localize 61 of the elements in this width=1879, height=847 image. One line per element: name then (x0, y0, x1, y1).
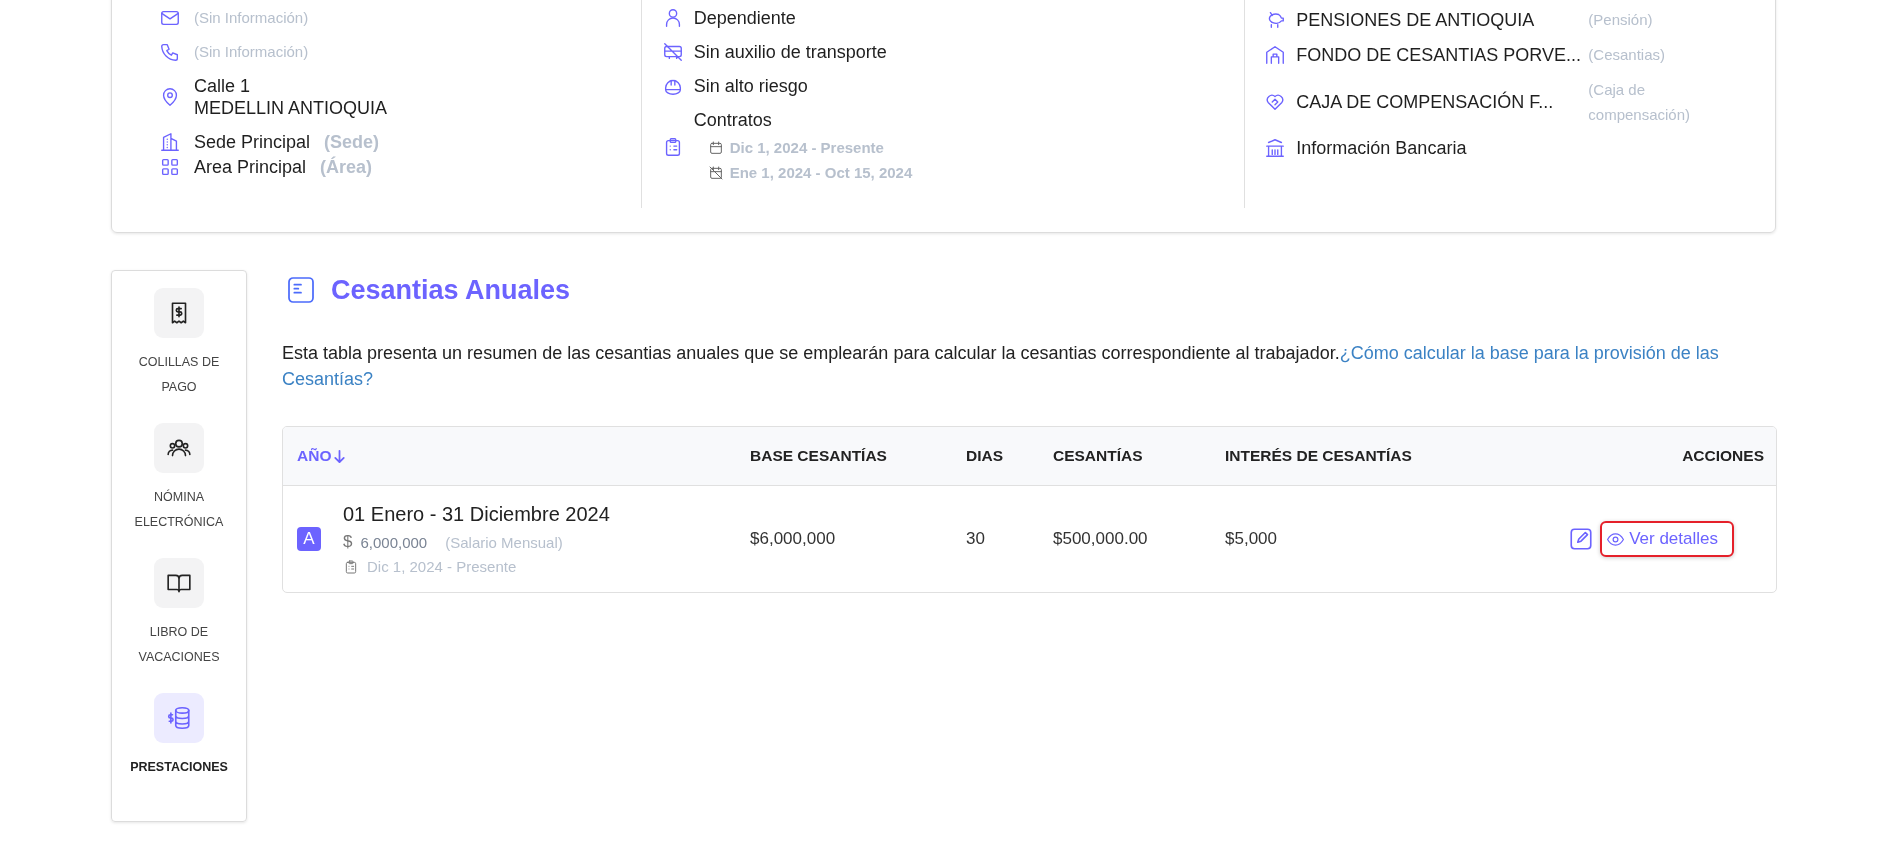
calendar-crossed-icon (707, 164, 724, 181)
bank-icon (1264, 137, 1287, 159)
info-text: Calle 1 (194, 75, 252, 97)
info-note: (Cesantias) (1588, 45, 1666, 65)
phone-icon (159, 41, 181, 63)
sidebar-item-button[interactable] (154, 558, 204, 608)
coins-icon (166, 705, 192, 731)
sidebar-item-label[interactable]: NÓMINA ELECTRÓNICA (129, 485, 229, 535)
edit-button[interactable] (1568, 526, 1595, 552)
info-text: MEDELLIN ANTIOQUIA (194, 97, 388, 119)
info-note: (Sede) (324, 131, 380, 153)
description-text: Esta tabla presenta un resumen de las cesantias anuales que se emplearán para calcular la cesantias correspondiente al trabajador.¿Cómo calcular la base para la provisión de las Cesantías? (282, 342, 1720, 391)
column-header[interactable]: AÑO (297, 447, 332, 465)
sidebar-item-button[interactable] (154, 288, 204, 338)
info-text: (Sin Información) (194, 8, 309, 28)
currency-symbol: $ (343, 532, 353, 552)
building-icon (1264, 43, 1287, 66)
info-text: FONDO DE CESANTIAS PORVE... (1296, 43, 1583, 66)
view-details-button[interactable]: Ver detalles (1600, 521, 1734, 557)
info-text: Información Bancaria (1296, 137, 1468, 159)
info-text: (Sin Información) (194, 42, 309, 62)
info-text: Dependiente (693, 7, 796, 29)
avatar-letter: A (297, 527, 321, 551)
sidebar-item-button[interactable] (154, 423, 204, 473)
column-header: INTERÉS DE CESANTÍAS (1225, 447, 1412, 465)
contract-dates: Ene 1, 2024 - Oct 15, 2024 (729, 162, 913, 183)
grid-icon (159, 156, 181, 178)
table-cell: $500,000.00 (1053, 529, 1148, 549)
info-note: (Área) (320, 156, 373, 178)
info-text: Sin alto riesgo (693, 75, 808, 97)
sidebar-item-label[interactable]: PRESTACIONES (129, 755, 229, 780)
sidebar-item-label[interactable]: COLILLAS DE PAGO (129, 350, 229, 400)
table-cell: $6,000,000 (750, 529, 836, 549)
column-header: ACCIONES (1682, 447, 1764, 465)
info-note: (Caja de compensación) (1588, 80, 1692, 125)
period-text: 01 Enero - 31 Diciembre 2024 (343, 503, 610, 526)
salary-note: (Salario Mensual) (445, 533, 563, 551)
table-cell: $5,000 (1225, 529, 1277, 549)
table-cell: 30 (966, 529, 985, 549)
info-note: (Pensión) (1588, 10, 1654, 30)
clipboard-icon (343, 558, 359, 575)
contract-dates: Dic 1, 2024 - Presente (367, 558, 517, 575)
bus-crossed-icon (661, 41, 684, 63)
info-text: PENSIONES DE ANTIOQUIA (1296, 8, 1536, 31)
sidebar-item-label[interactable]: LIBRO DE VACACIONES (129, 620, 229, 670)
info-text: CAJA DE COMPENSACIÓN F... (1296, 91, 1555, 113)
info-text: Sede Principal (194, 131, 311, 153)
info-text: Sin auxilio de transporte (693, 41, 887, 63)
contract-dates: Dic 1, 2024 - Presente (729, 137, 884, 158)
building-icon (159, 131, 181, 153)
salary-value: 6,000,000 (360, 533, 428, 551)
document-icon (285, 274, 317, 306)
help-link[interactable]: ¿Cómo calcular la base para la provisión de las (1339, 343, 1719, 363)
section-title: Cesantias Anuales (331, 274, 571, 306)
help-link[interactable]: Cesantías? (282, 369, 374, 389)
info-text: Area Principal (194, 156, 307, 178)
column-header: CESANTÍAS (1053, 447, 1143, 465)
column-header: BASE CESANTÍAS (750, 447, 887, 465)
calendar-icon (707, 139, 724, 156)
column-header: DIAS (966, 447, 1004, 465)
info-text: Contratos (693, 109, 772, 131)
